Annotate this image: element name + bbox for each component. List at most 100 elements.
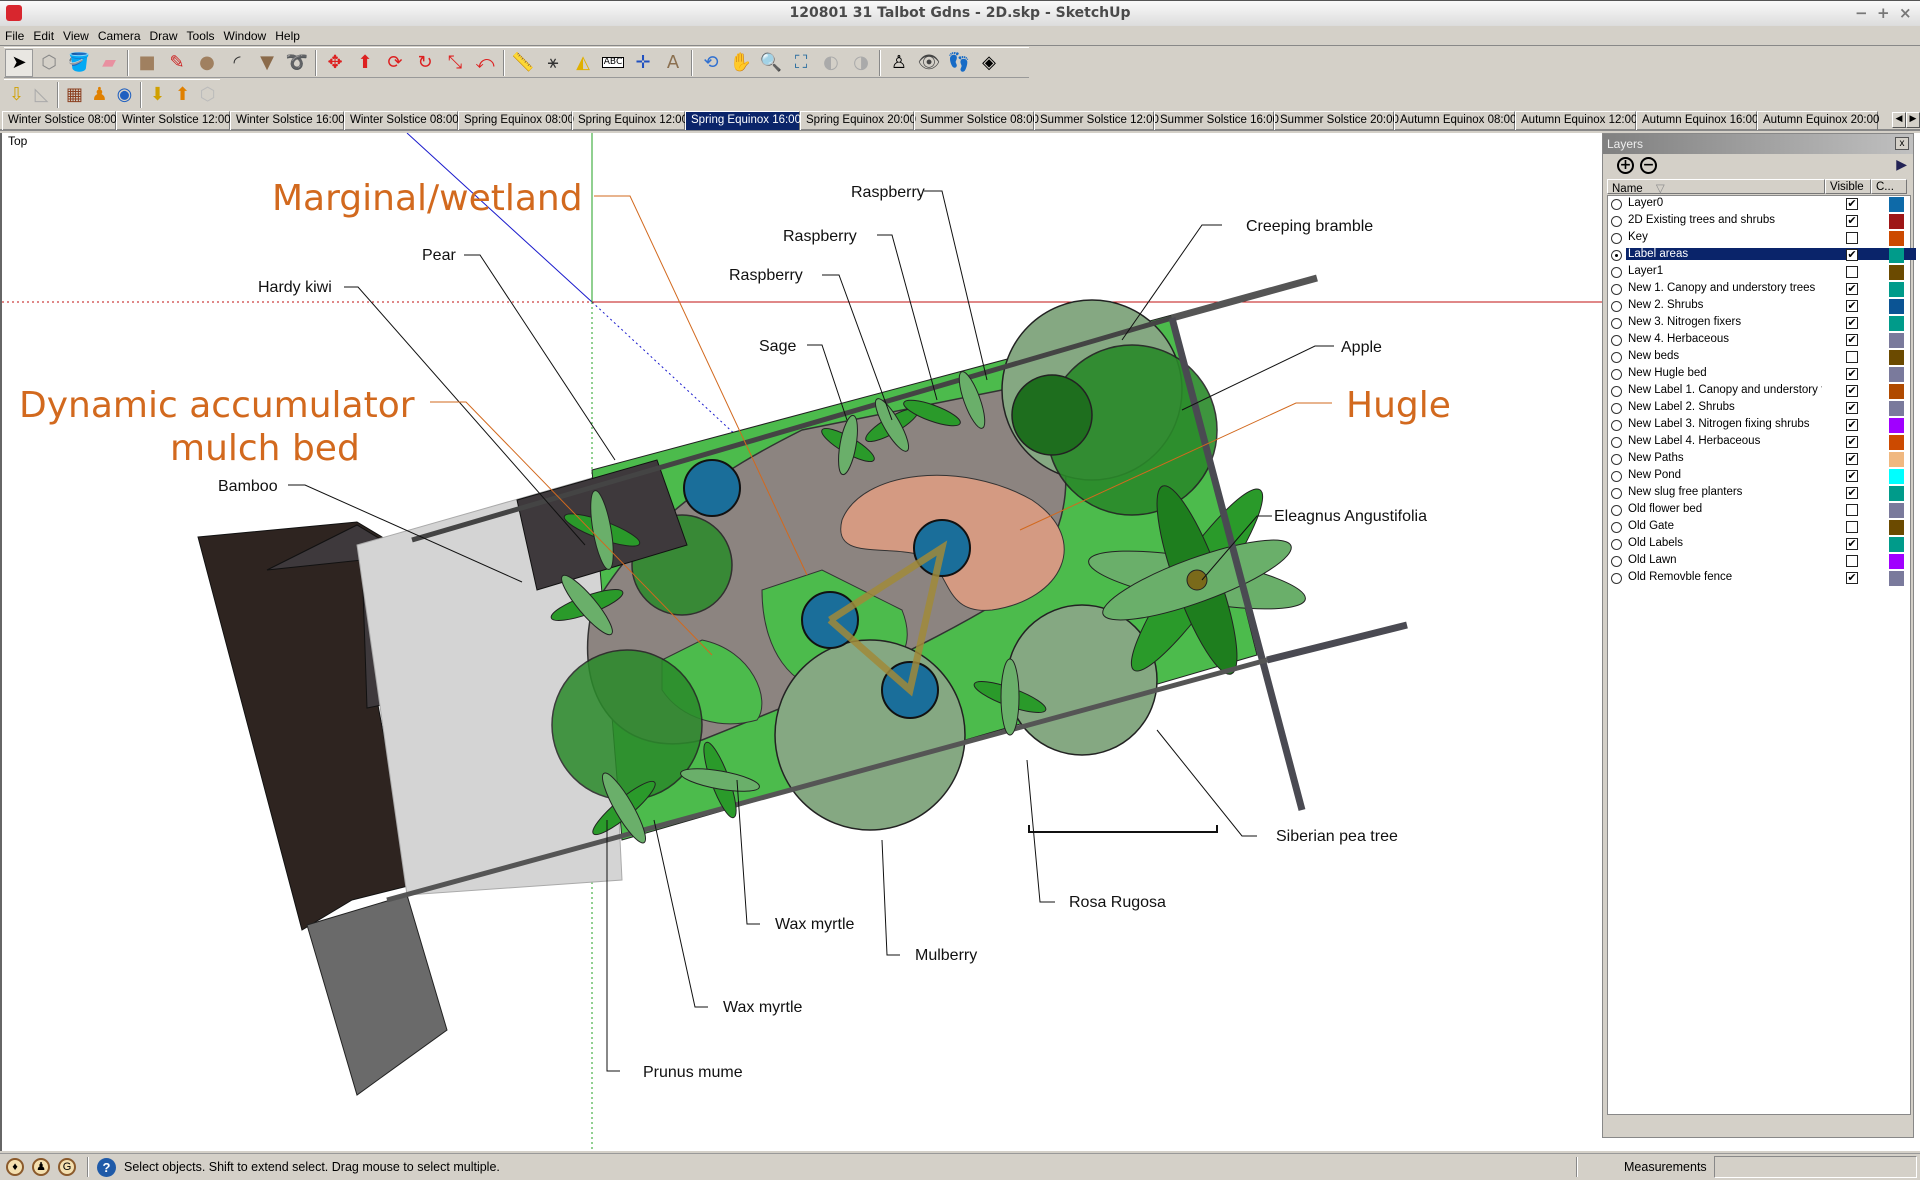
scene-scroll-right-icon[interactable]: ▶	[1906, 112, 1920, 128]
menu-help[interactable]: Help	[270, 26, 304, 43]
active-layer-radio[interactable]	[1611, 250, 1622, 261]
active-layer-radio[interactable]	[1611, 352, 1622, 363]
layer-row[interactable]: New Label 1. Canopy and understory trees…	[1608, 383, 1910, 400]
menu-window[interactable]: Window	[219, 26, 271, 43]
scene-tab[interactable]: Spring Equinox 12:00	[572, 111, 688, 130]
layer-color-swatch[interactable]	[1889, 316, 1904, 331]
layer-visible-checkbox[interactable]	[1846, 351, 1858, 363]
scene-tab[interactable]: Autumn Equinox 08:00	[1394, 111, 1516, 130]
layer-row[interactable]: 2D Existing trees and shrubs ✔	[1608, 213, 1910, 230]
offset-tool-button[interactable]: ⤺	[471, 49, 499, 77]
layer-row[interactable]: Key	[1608, 230, 1910, 247]
scene-tab[interactable]: Summer Solstice 20:00	[1274, 111, 1399, 130]
scene-tab[interactable]: Spring Equinox 08:00	[458, 111, 574, 130]
layer-row[interactable]: Layer0 ✔	[1608, 196, 1910, 213]
axes-tool-button[interactable]: ✛	[629, 49, 657, 77]
layer-row[interactable]: New slug free planters ✔	[1608, 485, 1910, 502]
help-icon[interactable]: ?	[97, 1158, 116, 1177]
column-header-name[interactable]: Name ▽	[1607, 179, 1825, 195]
active-layer-radio[interactable]	[1611, 403, 1622, 414]
layer-visible-checkbox[interactable]	[1846, 555, 1858, 567]
layer-visible-checkbox[interactable]: ✔	[1846, 572, 1858, 584]
tape-measure-tool-button[interactable]: 📏	[509, 49, 537, 77]
layer-color-swatch[interactable]	[1889, 520, 1904, 535]
layer-color-swatch[interactable]	[1889, 469, 1904, 484]
layer-row[interactable]: New 4. Herbaceous ✔	[1608, 332, 1910, 349]
close-icon[interactable]: ×	[1899, 4, 1912, 22]
scene-tab[interactable]: Summer Solstice 16:00	[1154, 111, 1279, 130]
make-component-tool-button[interactable]: ⬡	[35, 49, 63, 77]
layer-row[interactable]: New Pond ✔	[1608, 468, 1910, 485]
push-pull-tool-button[interactable]: ⬆	[351, 49, 379, 77]
active-layer-radio[interactable]	[1611, 437, 1622, 448]
layer-color-swatch[interactable]	[1889, 367, 1904, 382]
paint-bucket-tool-button[interactable]: 🪣	[65, 49, 93, 77]
layer-row[interactable]: New 1. Canopy and understory trees ✔	[1608, 281, 1910, 298]
scene-tab[interactable]: Winter Solstice 08:00	[344, 111, 459, 130]
position-camera-tool-button[interactable]: ♙	[885, 49, 913, 77]
active-layer-radio[interactable]	[1611, 420, 1622, 431]
dimension-tool-button[interactable]: ⚹	[539, 49, 567, 77]
layer-visible-checkbox[interactable]: ✔	[1846, 215, 1858, 227]
section-plane-tool-button[interactable]: ◈	[975, 49, 1003, 77]
layer-color-swatch[interactable]	[1889, 537, 1904, 552]
active-layer-radio[interactable]	[1611, 369, 1622, 380]
dynamic-components-tool-button[interactable]: ⬡	[196, 81, 219, 109]
freehand-tool-button[interactable]: ➰	[283, 49, 311, 77]
scale-tool-button[interactable]: ⤡	[441, 49, 469, 77]
layer-row[interactable]: Layer1	[1608, 264, 1910, 281]
layer-color-swatch[interactable]	[1889, 486, 1904, 501]
layer-color-swatch[interactable]	[1889, 350, 1904, 365]
scene-tab[interactable]: Winter Solstice 08:00	[2, 111, 117, 130]
pan-tool-button[interactable]: ✋	[727, 49, 755, 77]
active-layer-radio[interactable]	[1611, 505, 1622, 516]
layer-visible-checkbox[interactable]	[1846, 504, 1858, 516]
active-layer-radio[interactable]	[1611, 556, 1622, 567]
add-location-tool-button[interactable]: ▦	[63, 81, 86, 109]
geo-location-icon[interactable]: ♦	[6, 1158, 24, 1176]
close-icon[interactable]: x	[1895, 137, 1909, 150]
layer-color-swatch[interactable]	[1889, 282, 1904, 297]
layer-visible-checkbox[interactable]: ✔	[1846, 385, 1858, 397]
layer-color-swatch[interactable]	[1889, 435, 1904, 450]
scene-tab[interactable]: Winter Solstice 16:00	[230, 111, 345, 130]
menu-edit[interactable]: Edit	[28, 26, 58, 43]
layer-visible-checkbox[interactable]: ✔	[1846, 283, 1858, 295]
menu-view[interactable]: View	[58, 26, 93, 43]
layer-color-swatch[interactable]	[1889, 214, 1904, 229]
scene-tab[interactable]: Summer Solstice 08:00	[914, 111, 1039, 130]
credits-icon[interactable]: ♟	[32, 1158, 50, 1176]
delete-layer-icon[interactable]: −	[1640, 157, 1657, 174]
layer-visible-checkbox[interactable]: ✔	[1846, 334, 1858, 346]
text-tool-button[interactable]: ABC	[599, 49, 627, 77]
layer-visible-checkbox[interactable]: ✔	[1846, 300, 1858, 312]
share-component-tool-button[interactable]: ⬆	[171, 81, 194, 109]
layer-color-swatch[interactable]	[1889, 503, 1904, 518]
layer-visible-checkbox[interactable]: ✔	[1846, 538, 1858, 550]
add-layer-icon[interactable]: +	[1617, 157, 1634, 174]
layer-color-swatch[interactable]	[1889, 452, 1904, 467]
rotate-tool-button[interactable]: ⟳	[381, 49, 409, 77]
layer-color-swatch[interactable]	[1889, 248, 1904, 263]
active-layer-radio[interactable]	[1611, 267, 1622, 278]
layer-row[interactable]: New Hugle bed ✔	[1608, 366, 1910, 383]
column-header-visible[interactable]: Visible	[1825, 179, 1871, 194]
polygon-tool-button[interactable]: ▼	[253, 49, 281, 77]
active-layer-radio[interactable]	[1611, 573, 1622, 584]
scene-tab[interactable]: Spring Equinox 20:00	[800, 111, 916, 130]
menu-draw[interactable]: Draw	[145, 26, 182, 43]
layer-row[interactable]: New Paths ✔	[1608, 451, 1910, 468]
eraser-tool-button[interactable]: ▰	[95, 49, 123, 77]
layer-color-swatch[interactable]	[1889, 418, 1904, 433]
layer-visible-checkbox[interactable]: ✔	[1846, 198, 1858, 210]
layer-color-swatch[interactable]	[1889, 554, 1904, 569]
layer-row[interactable]: Old Removble fence ✔	[1608, 570, 1910, 587]
layer-row[interactable]: New Label 2. Shrubs ✔	[1608, 400, 1910, 417]
column-header-color[interactable]: C...	[1871, 179, 1907, 194]
sign-in-icon[interactable]: G	[58, 1158, 76, 1176]
scene-scroll-left-icon[interactable]: ◀	[1892, 112, 1906, 128]
menu-tools[interactable]: Tools	[182, 26, 219, 43]
layer-color-swatch[interactable]	[1889, 401, 1904, 416]
active-layer-radio[interactable]	[1611, 199, 1622, 210]
protractor-tool-button[interactable]: ◭	[569, 49, 597, 77]
